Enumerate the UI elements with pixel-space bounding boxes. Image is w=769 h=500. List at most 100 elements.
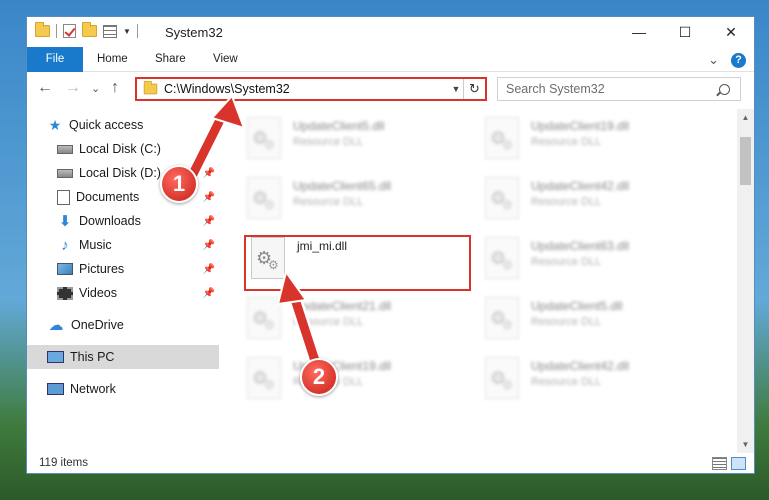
file-tile[interactable]: UpdateClient42.dll Resource DLL	[485, 357, 715, 411]
toolbar-dropdown-icon[interactable]: ▼	[123, 27, 131, 36]
file-tile[interactable]: UpdateClient19.dllResource DLL	[247, 357, 477, 411]
file-tile[interactable]: UpdateClient42.dll Resource DLL	[485, 177, 715, 231]
title-bar: ▼ System32 — ☐ ✕	[27, 17, 754, 47]
file-type: Resource DLL	[293, 136, 364, 148]
file-name: UpdateClient42.dll	[531, 359, 630, 373]
file-tile[interactable]: UpdateClient5.dll Resource DLL	[485, 297, 715, 351]
step-badge-2: 2	[300, 358, 338, 396]
refresh-button[interactable]: ↻	[463, 79, 485, 99]
toolbar-divider	[56, 24, 57, 38]
tab-file[interactable]: File	[27, 47, 83, 72]
minimize-button[interactable]: —	[616, 17, 662, 47]
large-icons-view-icon[interactable]	[731, 457, 746, 470]
toolbar-divider	[136, 24, 138, 38]
dll-file-icon	[485, 297, 519, 339]
sidebar-item-local-disk-c[interactable]: Local Disk (C:) 📌	[27, 137, 219, 161]
computer-icon	[47, 351, 64, 363]
sidebar-item-label: Documents	[76, 190, 140, 204]
disk-icon	[57, 168, 73, 178]
sidebar-item-pictures[interactable]: Pictures 📌	[27, 257, 219, 281]
maximize-button[interactable]: ☐	[662, 17, 708, 47]
folder-icon	[143, 80, 158, 95]
tab-view[interactable]: View	[213, 47, 238, 72]
file-name: UpdateClient19.dll	[531, 119, 630, 133]
expand-ribbon-icon[interactable]: ⌄	[708, 52, 719, 68]
tab-home[interactable]: Home	[97, 47, 128, 72]
sidebar-item-this-pc[interactable]: This PC	[27, 345, 219, 369]
new-folder-icon[interactable]	[82, 22, 97, 37]
back-button[interactable]: ←	[37, 79, 53, 97]
dll-file-icon	[485, 177, 519, 219]
file-type: Resource DLL	[531, 316, 602, 328]
details-view-icon[interactable]	[712, 457, 727, 470]
window-title: System32	[165, 25, 223, 40]
file-type: Resource DLL	[531, 136, 602, 148]
folder-icon	[35, 22, 50, 37]
vertical-scrollbar[interactable]: ▲ ▼	[737, 109, 754, 453]
pin-icon[interactable]: 📌	[203, 264, 215, 275]
properties-check-icon[interactable]	[63, 24, 76, 38]
tab-share[interactable]: Share	[155, 47, 186, 72]
dll-file-icon	[247, 297, 281, 339]
sidebar-item-network[interactable]: Network	[27, 377, 219, 401]
sidebar-item-onedrive[interactable]: ☁ OneDrive	[27, 313, 219, 337]
file-type: Resource DLL	[531, 256, 602, 268]
sidebar-item-videos[interactable]: Videos 📌	[27, 281, 219, 305]
sidebar-item-label: Pictures	[79, 262, 125, 276]
file-type: Resource DLL	[531, 196, 602, 208]
sidebar-item-music[interactable]: ♪ Music 📌	[27, 233, 219, 257]
highlight-frame	[244, 235, 471, 291]
help-icon[interactable]: ?	[731, 52, 746, 68]
explorer-window: ▼ System32 — ☐ ✕ File Home Share View ⌄ …	[26, 16, 755, 474]
file-tile[interactable]: UpdateClient63.dll Resource DLL	[485, 237, 715, 291]
pin-icon[interactable]: 📌	[203, 240, 215, 251]
customize-toolbar-icon[interactable]	[103, 24, 117, 38]
file-type: Resource DLL	[293, 196, 364, 208]
scroll-down-icon[interactable]: ▼	[737, 436, 754, 453]
search-icon[interactable]	[719, 83, 730, 95]
pin-icon[interactable]: 📌	[203, 192, 215, 203]
picture-icon	[57, 263, 73, 275]
scrollbar-thumb[interactable]	[740, 137, 751, 185]
file-tile[interactable]: UpdateClient21.dll Resource DLL	[247, 297, 477, 351]
pin-icon[interactable]: 📌	[203, 216, 215, 227]
dll-file-icon	[485, 357, 519, 399]
recent-locations-button[interactable]: ⌄	[91, 82, 100, 95]
up-button[interactable]: ↑	[111, 79, 119, 97]
file-tile[interactable]: UpdateClient19.dll Resource DLL	[485, 117, 715, 171]
navigation-pane: ★ Quick access Local Disk (C:) 📌 Local D…	[27, 109, 219, 453]
sidebar-item-quick-access[interactable]: ★ Quick access	[27, 113, 219, 137]
file-tile[interactable]: UpdateClient5.dll Resource DLL	[247, 117, 477, 171]
file-type: Resource DLL	[531, 376, 602, 388]
file-name: UpdateClient21.dll	[293, 299, 392, 313]
address-dropdown-icon[interactable]: ▼	[449, 84, 463, 94]
sidebar-item-label: Downloads	[79, 214, 141, 228]
dll-file-icon	[485, 237, 519, 279]
scroll-up-icon[interactable]: ▲	[737, 109, 754, 126]
file-tile[interactable]: UpdateClient65.dll Resource DLL	[247, 177, 477, 231]
download-icon: ⬇	[58, 213, 72, 230]
address-path[interactable]: C:\Windows\System32	[164, 82, 449, 96]
status-bar: 119 items	[27, 453, 754, 473]
file-name: UpdateClient42.dll	[531, 179, 630, 193]
file-name: UpdateClient65.dll	[293, 179, 392, 193]
sidebar-item-label: Local Disk (C:)	[79, 142, 161, 156]
ribbon: File Home Share View ⌄ ?	[27, 47, 754, 72]
file-list: UpdateClient5.dll Resource DLL UpdateClie…	[225, 109, 737, 453]
star-icon: ★	[48, 116, 62, 133]
item-count: 119 items	[39, 457, 89, 469]
pin-icon[interactable]: 📌	[203, 288, 215, 299]
sidebar-item-label: Music	[79, 238, 112, 252]
close-button[interactable]: ✕	[708, 17, 754, 47]
pin-icon[interactable]: 📌	[203, 144, 215, 155]
sidebar-item-label: Network	[70, 382, 116, 396]
address-bar[interactable]: C:\Windows\System32 ▼ ↻	[135, 77, 487, 101]
sidebar-item-downloads[interactable]: ⬇ Downloads 📌	[27, 209, 219, 233]
search-input[interactable]	[506, 82, 719, 96]
sidebar-item-label: This PC	[70, 350, 115, 364]
pin-icon[interactable]: 📌	[203, 168, 215, 179]
search-box[interactable]	[497, 77, 741, 101]
network-icon	[47, 383, 64, 395]
forward-button[interactable]: →	[65, 79, 81, 97]
dll-file-icon	[247, 117, 281, 159]
